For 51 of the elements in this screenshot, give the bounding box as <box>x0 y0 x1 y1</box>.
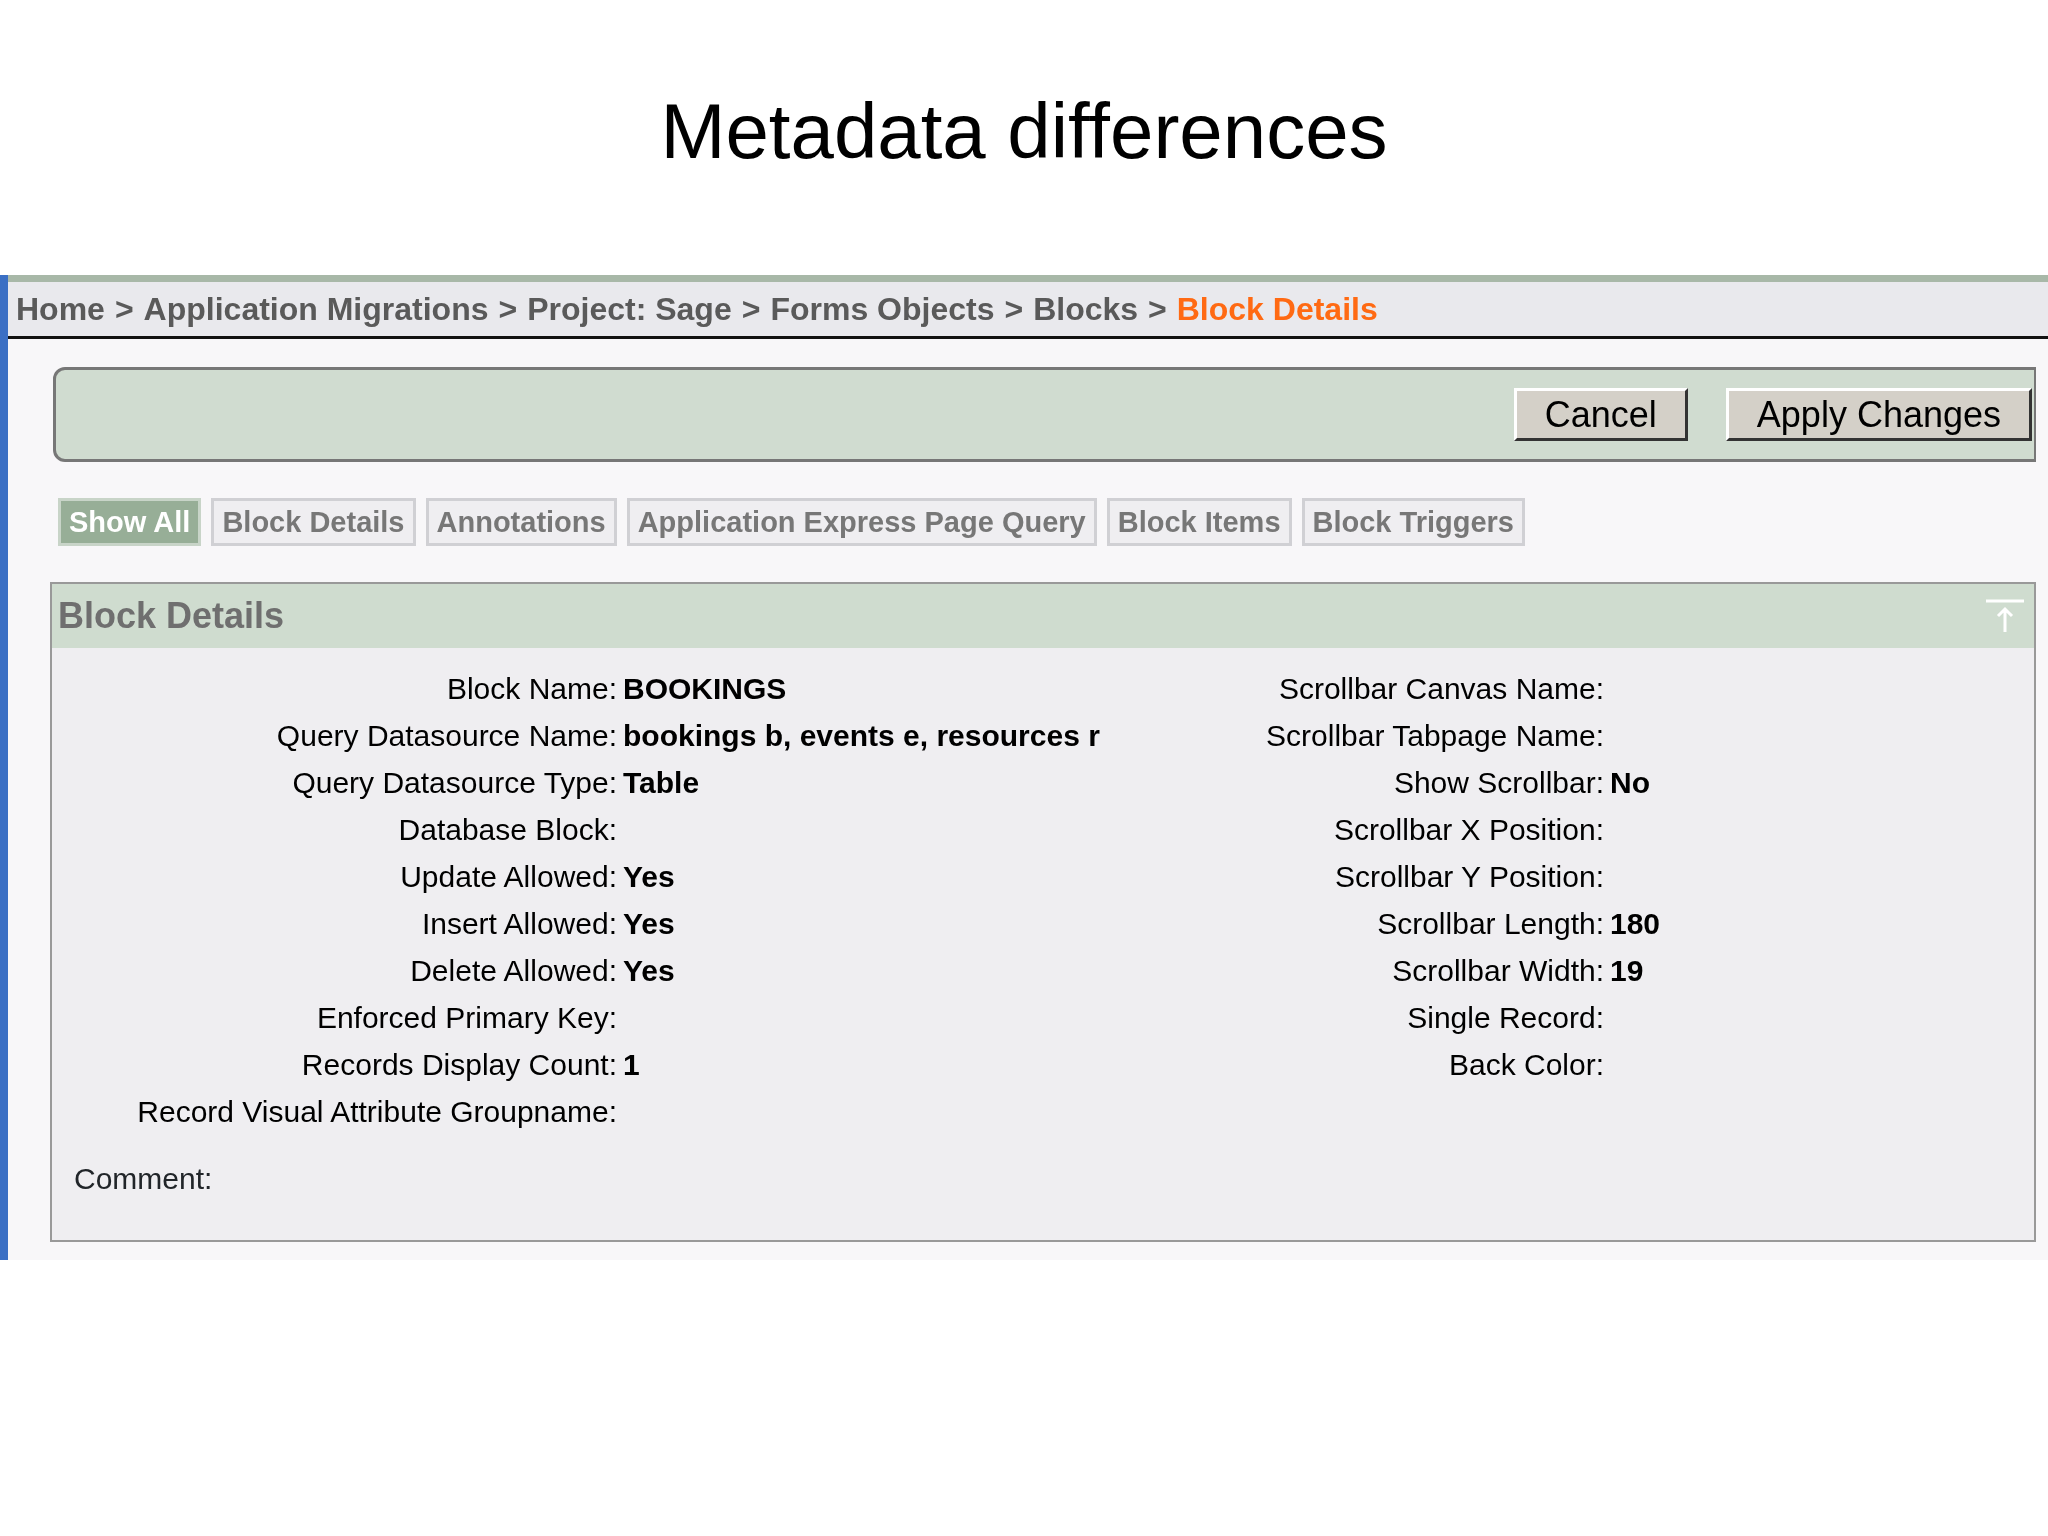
breadcrumb-link[interactable]: Home <box>16 285 105 333</box>
action-button[interactable]: Apply Changes <box>1725 387 2032 442</box>
breadcrumb-current: Block Details <box>1176 290 1378 329</box>
field-label: Scrollbar Y Position: <box>1334 860 1604 894</box>
tab[interactable]: Block Items <box>1106 498 1292 547</box>
tab[interactable]: Block Triggers <box>1301 498 1525 547</box>
field-label: Scrollbar Length: <box>1377 907 1604 941</box>
field-value: 19 <box>1610 954 1644 988</box>
breadcrumb-separator: > <box>741 290 761 329</box>
field-label: Query Datasource Name: <box>276 719 617 753</box>
field-value: Yes <box>623 907 675 941</box>
tab[interactable]: Application Express Page Query <box>626 498 1097 547</box>
slide-title: Metadata differences <box>659 86 1389 177</box>
breadcrumb-separator: > <box>1148 290 1167 329</box>
field-value: Yes <box>623 954 675 988</box>
field-label: Back Color: <box>1448 1048 1604 1082</box>
field-value: BOOKINGS <box>623 672 787 706</box>
field-label: Scrollbar Canvas Name: <box>1278 672 1604 706</box>
field-label: Show Scrollbar: <box>1393 766 1604 800</box>
field-label: Enforced Primary Key: <box>316 1001 617 1035</box>
breadcrumb-link[interactable]: Forms Objects <box>770 285 995 333</box>
breadcrumb-separator: > <box>114 290 134 329</box>
field-label: Insert Allowed: <box>421 907 617 941</box>
field-label: Single Record: <box>1407 1001 1604 1035</box>
field-label: Record Visual Attribute Groupname: <box>137 1095 617 1129</box>
action-button[interactable]: Cancel <box>1513 387 1688 442</box>
breadcrumb-link[interactable]: Project: Sage <box>527 285 732 333</box>
field-label: Database Block: <box>398 813 617 847</box>
field-value: Table <box>623 766 700 800</box>
field-label: Update Allowed: <box>400 860 617 894</box>
field-label: Block Name: <box>446 672 617 706</box>
tab[interactable]: Block Details <box>211 498 416 547</box>
panel-title: Block Details <box>58 594 285 639</box>
field-value: 180 <box>1610 907 1661 941</box>
breadcrumb-link[interactable]: Blocks <box>1033 285 1139 333</box>
collapse-up-icon[interactable] <box>1986 598 2024 635</box>
breadcrumb-separator: > <box>1004 290 1024 329</box>
field-value: bookings b, events e, resources r <box>623 719 1100 753</box>
field-label: Query Datasource Type: <box>292 766 617 800</box>
field-label: Comment: <box>73 1161 214 1198</box>
field-label: Delete Allowed: <box>410 954 617 988</box>
field-value: 1 <box>623 1048 640 1082</box>
field-label: Scrollbar Tabpage Name: <box>1266 719 1604 753</box>
field-value: No <box>1610 766 1650 800</box>
tab[interactable]: Annotations <box>425 498 617 547</box>
field-label: Records Display Count: <box>301 1048 617 1082</box>
field-value: Yes <box>623 860 675 894</box>
breadcrumb-link[interactable]: Application Migrations <box>143 285 489 333</box>
field-label: Scrollbar X Position: <box>1333 813 1604 847</box>
field-label: Scrollbar Width: <box>1392 954 1604 988</box>
breadcrumb-separator: > <box>498 290 518 329</box>
